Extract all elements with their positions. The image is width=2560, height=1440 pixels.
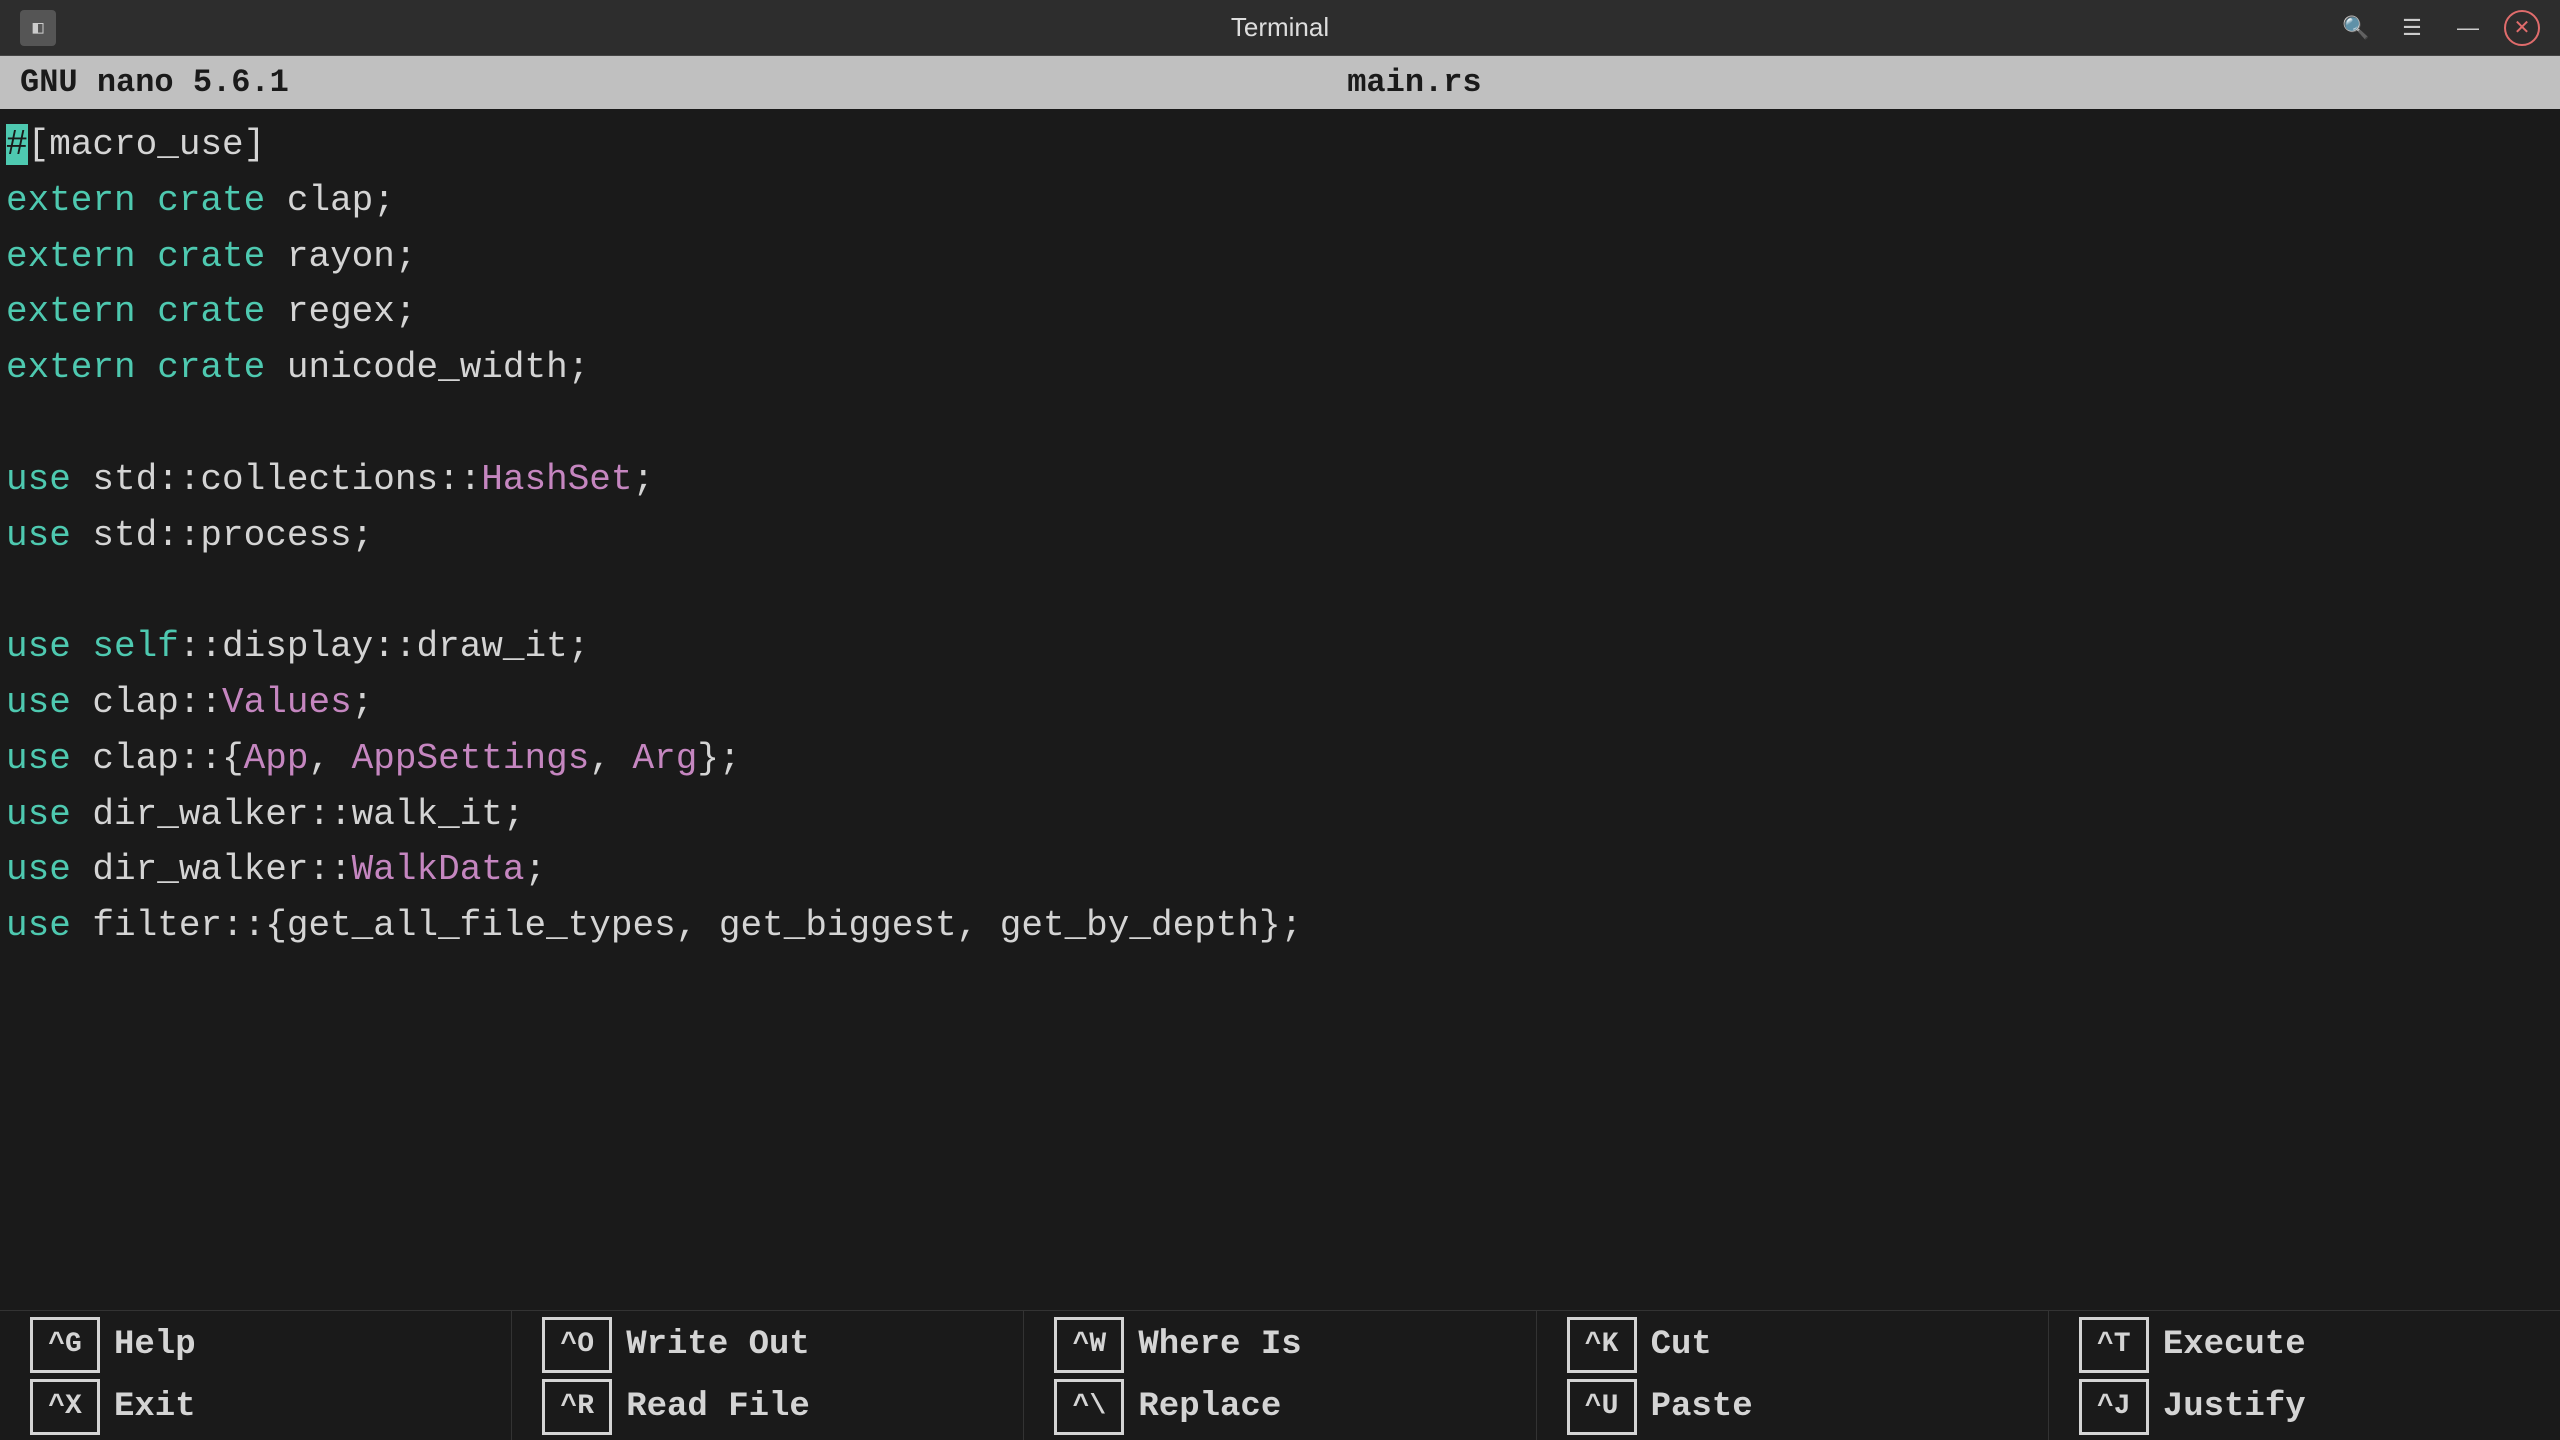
content-wrapper: GNU nano 5.6.1 main.rs #[macro_use] exte… <box>0 56 2560 1440</box>
title-bar: ◧ Terminal 🔍 ☰ — ✕ <box>0 0 2560 56</box>
menu-button[interactable]: ☰ <box>2392 8 2432 48</box>
code-line-10: use self::display::draw_it; <box>6 619 2554 675</box>
key-ctrl-x: ^X <box>30 1379 100 1435</box>
key-ctrl-t: ^T <box>2079 1317 2149 1373</box>
code-wrapper: #[macro_use] extern crate clap; extern c… <box>0 109 2560 1440</box>
shortcut-where-is: ^W Where Is <box>1054 1317 1505 1373</box>
window-title: Terminal <box>1231 12 1329 43</box>
nano-header: GNU nano 5.6.1 main.rs <box>0 56 2560 109</box>
shortcut-execute: ^T Execute <box>2079 1317 2530 1373</box>
code-line-14: use dir_walker::WalkData; <box>6 842 2554 898</box>
label-where-is: Where Is <box>1138 1326 1301 1364</box>
shortcut-group-1: ^G Help ^X Exit <box>0 1311 512 1440</box>
nano-filename: main.rs <box>1347 64 1481 101</box>
shortcut-help: ^G Help <box>30 1317 481 1373</box>
code-line-15: use filter::{get_all_file_types, get_big… <box>6 898 2554 954</box>
shortcut-justify: ^J Justify <box>2079 1379 2530 1435</box>
shortcut-write-out: ^O Write Out <box>542 1317 993 1373</box>
label-exit: Exit <box>114 1388 196 1426</box>
key-ctrl-backslash: ^\ <box>1054 1379 1124 1435</box>
code-line-9 <box>6 563 2554 619</box>
label-paste: Paste <box>1651 1388 1753 1426</box>
label-execute: Execute <box>2163 1326 2306 1364</box>
key-ctrl-u: ^U <box>1567 1379 1637 1435</box>
key-ctrl-j: ^J <box>2079 1379 2149 1435</box>
label-read-file: Read File <box>626 1388 810 1426</box>
search-button[interactable]: 🔍 <box>2336 8 2376 48</box>
key-ctrl-g: ^G <box>30 1317 100 1373</box>
nano-version: GNU nano 5.6.1 <box>20 64 289 101</box>
shortcut-group-3: ^W Where Is ^\ Replace <box>1024 1311 1536 1440</box>
minimize-button[interactable]: — <box>2448 8 2488 48</box>
label-justify: Justify <box>2163 1388 2306 1426</box>
shortcut-exit: ^X Exit <box>30 1379 481 1435</box>
code-line-4: extern crate regex; <box>6 284 2554 340</box>
shortcut-read-file: ^R Read File <box>542 1379 993 1435</box>
shortcut-paste: ^U Paste <box>1567 1379 2018 1435</box>
cursor: # <box>6 124 28 165</box>
code-line-5: extern crate unicode_width; <box>6 340 2554 396</box>
key-ctrl-o: ^O <box>542 1317 612 1373</box>
code-area[interactable]: #[macro_use] extern crate clap; extern c… <box>0 109 2560 962</box>
code-line-13: use dir_walker::walk_it; <box>6 787 2554 843</box>
label-help: Help <box>114 1326 196 1364</box>
bottom-bar: ^G Help ^X Exit ^O Write Out ^R Read Fil… <box>0 1310 2560 1440</box>
code-line-1: #[macro_use] <box>6 117 2554 173</box>
shortcut-cut: ^K Cut <box>1567 1317 2018 1373</box>
shortcut-group-5: ^T Execute ^J Justify <box>2049 1311 2560 1440</box>
shortcut-replace: ^\ Replace <box>1054 1379 1505 1435</box>
key-ctrl-k: ^K <box>1567 1317 1637 1373</box>
close-button[interactable]: ✕ <box>2504 10 2540 46</box>
code-line-11: use clap::Values; <box>6 675 2554 731</box>
key-ctrl-w: ^W <box>1054 1317 1124 1373</box>
code-line-7: use std::collections::HashSet; <box>6 452 2554 508</box>
title-bar-left: ◧ <box>20 10 56 46</box>
code-line-12: use clap::{App, AppSettings, Arg}; <box>6 731 2554 787</box>
code-line-6 <box>6 396 2554 452</box>
shortcut-group-4: ^K Cut ^U Paste <box>1537 1311 2049 1440</box>
label-replace: Replace <box>1138 1388 1281 1426</box>
app-icon: ◧ <box>20 10 56 46</box>
label-write-out: Write Out <box>626 1326 810 1364</box>
shortcut-group-2: ^O Write Out ^R Read File <box>512 1311 1024 1440</box>
label-cut: Cut <box>1651 1326 1712 1364</box>
code-line-8: use std::process; <box>6 508 2554 564</box>
key-ctrl-r: ^R <box>542 1379 612 1435</box>
code-line-2: extern crate clap; <box>6 173 2554 229</box>
title-bar-controls: 🔍 ☰ — ✕ <box>2336 8 2540 48</box>
code-line-3: extern crate rayon; <box>6 229 2554 285</box>
